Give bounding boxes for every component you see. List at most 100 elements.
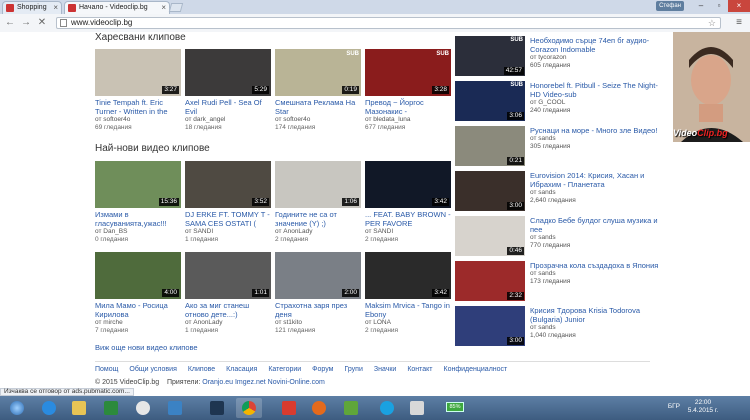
ad-banner[interactable]: VideoClip.bg bbox=[673, 32, 750, 142]
video-author[interactable]: от SANDI bbox=[185, 228, 271, 236]
video-thumbnail[interactable]: 3:42 bbox=[365, 252, 451, 299]
forward-icon[interactable]: → bbox=[20, 17, 32, 29]
minimize-icon[interactable]: – bbox=[692, 0, 710, 12]
video-card[interactable]: 2:00 Страхотна заря през деня от st1kito 12… bbox=[275, 252, 361, 335]
battery-indicator[interactable]: 85% bbox=[446, 402, 464, 412]
sidebar-video-item[interactable]: 3:00 Eurovision 2014: Крисия, Хасан и Ибр… bbox=[455, 171, 745, 214]
video-author[interactable]: от dark_angel bbox=[185, 116, 271, 124]
video-title[interactable]: ... FEAT. BABY BROWN - PER FAVORE bbox=[365, 210, 451, 228]
sidebar-video-item[interactable]: 3:00 Крисия Тдорова Krisia Todorova (Bulg… bbox=[455, 306, 745, 349]
firefox-icon[interactable] bbox=[306, 398, 332, 418]
menu-icon[interactable]: ≡ bbox=[736, 17, 742, 28]
video-author[interactable]: от mirche bbox=[95, 319, 181, 327]
video-title[interactable]: Годините не са от значение (Y) ;) bbox=[275, 210, 361, 228]
video-author[interactable]: от SANDI bbox=[365, 228, 451, 236]
video-card[interactable]: 5:29 Axel Rudi Pell - Sea Of Evil от dark_… bbox=[185, 49, 271, 132]
footer-link[interactable]: Контакт bbox=[407, 366, 432, 373]
video-card[interactable]: 1:01 Ако за миг станеш отново дете...:) от… bbox=[185, 252, 271, 335]
monitor-icon[interactable] bbox=[204, 398, 230, 418]
sidebar-video-item[interactable]: 0:46 Сладко Бебе булдог слуша музика и пе… bbox=[455, 216, 745, 259]
footer-link[interactable]: Помощ bbox=[95, 366, 118, 373]
video-author[interactable]: от softoer4o bbox=[95, 116, 181, 124]
video-card[interactable]: 3:52 DJ ERKE FT. TOMMY T - SAMA CES OSTAT… bbox=[185, 161, 271, 244]
video-author[interactable]: от AnonLady bbox=[275, 228, 361, 236]
video-title[interactable]: Измами в гласуванията,ужас!!! bbox=[95, 210, 181, 228]
sidebar-video-item[interactable]: 2:32 Прозрачна кола създадоха в Япония от … bbox=[455, 261, 745, 304]
video-title[interactable]: Крисия Тдорова Krisia Todorova (Bulgaria… bbox=[530, 306, 660, 324]
more-videos-link[interactable]: Виж още нови видео клипове bbox=[95, 343, 198, 352]
video-author[interactable]: от softoer4o bbox=[275, 116, 361, 124]
video-title[interactable]: Ако за миг станеш отново дете...:) bbox=[185, 301, 271, 319]
close-icon[interactable]: × bbox=[161, 2, 166, 14]
video-thumbnail[interactable]: 5:29 bbox=[185, 49, 271, 96]
video-author[interactable]: от Dan_BS bbox=[95, 228, 181, 236]
video-thumbnail[interactable]: SUB 3:06 bbox=[455, 81, 525, 121]
video-title[interactable]: Прозрачна кола създадоха в Япония bbox=[530, 261, 660, 270]
bookmark-star-icon[interactable]: ☆ bbox=[708, 18, 716, 28]
video-thumbnail[interactable]: 0:46 bbox=[455, 216, 525, 256]
video-thumbnail[interactable]: 4:00 bbox=[95, 252, 181, 299]
user-badge[interactable]: Стефан bbox=[656, 1, 684, 11]
video-author[interactable]: от sands bbox=[530, 135, 660, 143]
video-title[interactable]: Axel Rudi Pell - Sea Of Evil bbox=[185, 98, 271, 116]
video-card[interactable]: 3:42 Maksim Mrvica - Tango in Ebony от LON… bbox=[365, 252, 451, 335]
footer-link[interactable]: Категории bbox=[268, 366, 301, 373]
media-player-icon[interactable] bbox=[130, 398, 156, 418]
video-title[interactable]: Honorebel ft. Pitbull - Seize The Night-… bbox=[530, 81, 660, 99]
video-thumbnail[interactable]: 3:27 bbox=[95, 49, 181, 96]
video-author[interactable]: от AnonLady bbox=[185, 319, 271, 327]
window-close-icon[interactable]: × bbox=[728, 0, 750, 12]
skype-icon[interactable] bbox=[374, 398, 400, 418]
video-card[interactable]: 3:42 ... FEAT. BABY BROWN - PER FAVORE от … bbox=[365, 161, 451, 244]
video-thumbnail[interactable]: SUB 3:28 bbox=[365, 49, 451, 96]
video-author[interactable]: от sands bbox=[530, 234, 660, 242]
video-title[interactable]: Необходимо сърце 74еп бг аудио- Corazon … bbox=[530, 36, 660, 54]
video-author[interactable]: от LONA bbox=[365, 319, 451, 327]
video-author[interactable]: от tycorazon bbox=[530, 54, 660, 62]
torrent-icon[interactable] bbox=[338, 398, 364, 418]
video-author[interactable]: от sands bbox=[530, 324, 660, 332]
video-author[interactable]: от G_COOL bbox=[530, 99, 660, 107]
video-card[interactable]: 3:27 Tinie Tempah ft. Eric Turner - Writt… bbox=[95, 49, 181, 132]
video-title[interactable]: Сладко Бебе булдог слуша музика и пее bbox=[530, 216, 660, 234]
video-author[interactable]: от bledata_luna bbox=[365, 116, 451, 124]
footer-link[interactable]: Класация bbox=[226, 366, 257, 373]
video-author[interactable]: от sands bbox=[530, 189, 660, 197]
video-thumbnail[interactable]: 2:32 bbox=[455, 261, 525, 301]
language-indicator[interactable]: БГР bbox=[668, 403, 680, 410]
video-thumbnail[interactable]: 3:00 bbox=[455, 306, 525, 346]
video-title[interactable]: Руснаци на море - Много зле Видео! bbox=[530, 126, 660, 135]
mail-icon[interactable] bbox=[404, 398, 430, 418]
chrome-icon[interactable] bbox=[236, 398, 262, 418]
video-thumbnail[interactable]: 1:01 bbox=[185, 252, 271, 299]
video-thumbnail[interactable]: 3:42 bbox=[365, 161, 451, 208]
video-card[interactable]: SUB 3:28 Превод ~ Йоргос Мазонакис - от ble… bbox=[365, 49, 451, 132]
video-thumbnail[interactable]: 1:06 bbox=[275, 161, 361, 208]
video-thumbnail[interactable]: 0:21 bbox=[455, 126, 525, 166]
footer-link[interactable]: Общи условия bbox=[129, 366, 176, 373]
video-title[interactable]: Страхотна заря през деня bbox=[275, 301, 361, 319]
video-title[interactable]: Мила Мамо - Росица Кирилова bbox=[95, 301, 181, 319]
tab-shopping[interactable]: Shopping × bbox=[2, 1, 62, 14]
address-bar[interactable]: www.videoclip.bg ☆ bbox=[56, 17, 721, 29]
clock[interactable]: 22:00 5.4.2015 г. bbox=[686, 399, 720, 415]
video-card[interactable]: 4:00 Мила Мамо - Росица Кирилова от mirche… bbox=[95, 252, 181, 335]
download-icon[interactable] bbox=[276, 398, 302, 418]
close-icon[interactable]: × bbox=[53, 2, 58, 14]
video-author[interactable]: от st1kito bbox=[275, 319, 361, 327]
stop-icon[interactable]: ✕ bbox=[36, 17, 48, 29]
footer-link[interactable]: Значки bbox=[374, 366, 396, 373]
app-icon[interactable] bbox=[162, 398, 188, 418]
new-tab-button[interactable] bbox=[168, 3, 184, 12]
maximize-icon[interactable]: ▫ bbox=[710, 0, 728, 12]
video-title[interactable]: Maksim Mrvica - Tango in Ebony bbox=[365, 301, 451, 319]
footer-link[interactable]: Форум bbox=[312, 366, 333, 373]
video-title[interactable]: Eurovision 2014: Крисия, Хасан и Ибрахим… bbox=[530, 171, 660, 189]
friends-links[interactable]: Oranjo.eu Imgez.net Novini-Online.com bbox=[202, 379, 325, 386]
video-card[interactable]: 1:06 Годините не са от значение (Y) ;) от … bbox=[275, 161, 361, 244]
video-title[interactable]: Превод ~ Йоргос Мазонакис - bbox=[365, 98, 451, 116]
video-thumbnail[interactable]: SUB 42:57 bbox=[455, 36, 525, 76]
tab-videoclip[interactable]: Начало - Videoclip.bg × bbox=[64, 1, 170, 14]
video-title[interactable]: Tinie Tempah ft. Eric Turner - Written i… bbox=[95, 98, 181, 116]
video-title[interactable]: DJ ERKE FT. TOMMY T - SAMA CES OSTATI ( bbox=[185, 210, 271, 228]
